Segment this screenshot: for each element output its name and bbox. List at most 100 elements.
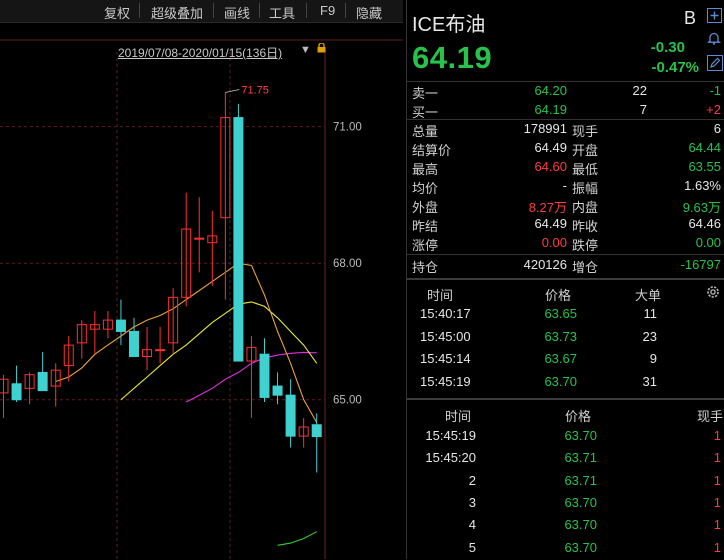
candle — [76, 320, 87, 359]
tick-price: 63.70 — [564, 517, 597, 533]
tick-row[interactable]: 4 63.70 1 — [407, 515, 724, 537]
candles — [0, 92, 322, 473]
price-change-percent: -0.47% — [651, 59, 699, 76]
tick-row[interactable]: 15:45:19 63.70 1 — [407, 426, 724, 448]
toolbar-hide[interactable]: 隐藏 — [356, 3, 382, 21]
tick-row[interactable]: 3 63.70 1 — [407, 493, 724, 515]
candlestick-chart[interactable]: 71.00 68.00 65.00 71.75 — [0, 22, 403, 559]
big-order-time: 15:40:17 — [420, 306, 471, 321]
instrument-title: ICE布油 — [412, 14, 486, 36]
big-order-time: 15:45:14 — [420, 351, 471, 366]
stat-value: 6 — [713, 121, 721, 136]
stat-label: 涨停 — [412, 238, 439, 253]
header-time: 时间 — [427, 288, 454, 303]
stat-value: - — [562, 178, 567, 193]
settings-gear-icon[interactable] — [705, 284, 721, 300]
stat-value: 0.00 — [695, 235, 721, 250]
big-order-volume: 9 — [649, 351, 657, 366]
candle-body — [285, 394, 296, 437]
tick-volume: 1 — [713, 539, 721, 555]
stat-value: 64.49 — [534, 140, 567, 155]
big-order-row[interactable]: 15:45:19 63.70 31 — [407, 372, 724, 394]
tick-volume: 1 — [713, 450, 721, 466]
stats-row: 总量 178991 现手 6 — [407, 120, 724, 139]
ma60-line — [277, 531, 317, 546]
candle — [37, 351, 48, 392]
candle — [272, 372, 283, 405]
max-marker-line — [225, 89, 240, 93]
big-order-volume: 23 — [642, 328, 657, 344]
toolbar-f9[interactable]: F9 — [320, 3, 335, 19]
stat-label: 最低 — [572, 162, 599, 177]
header-price: 价格 — [545, 288, 572, 303]
stat-value: 64.49 — [534, 216, 567, 231]
y-tick-label: 68.00 — [333, 258, 362, 270]
tick-row[interactable]: 5 63.70 1 — [407, 538, 724, 560]
stat-value: 64.44 — [688, 140, 721, 155]
big-order-price: 63.67 — [544, 351, 577, 366]
stat-value: 1.63% — [684, 178, 721, 193]
open-interest-row: 持仓 420126 增仓 -16797 — [407, 256, 724, 275]
tick-price: 63.70 — [564, 539, 597, 555]
big-order-price: 63.65 — [544, 306, 577, 321]
tick-row[interactable]: 2 63.71 1 — [407, 471, 724, 493]
stat-value: 64.46 — [688, 216, 721, 231]
big-order-volume: 11 — [643, 306, 658, 321]
lock-icon[interactable] — [317, 43, 326, 53]
toolbar-tools[interactable]: 工具 — [269, 3, 295, 21]
max-price-label: 71.75 — [241, 85, 269, 97]
big-order-price: 63.73 — [544, 328, 577, 344]
candle-body — [11, 383, 22, 401]
tick-volume: 1 — [713, 494, 721, 510]
candle — [168, 288, 179, 355]
stat-value: 64.60 — [534, 159, 567, 174]
tick-time: 3 — [468, 494, 476, 510]
header-price: 价格 — [565, 409, 592, 424]
big-order-row[interactable]: 15:40:17 63.65 11 — [407, 304, 724, 326]
toolbar-restore-rights[interactable]: 复权 — [104, 3, 130, 21]
header-volume: 现手 — [697, 409, 724, 424]
y-tick-label: 71.00 — [333, 122, 362, 134]
big-order-row[interactable]: 15:45:00 63.73 23 — [407, 327, 724, 349]
dropdown-triangle-icon[interactable]: ▼ — [300, 44, 311, 56]
candle — [220, 92, 231, 300]
candle — [11, 365, 22, 402]
big-order-volume: 31 — [642, 373, 657, 389]
sell1-price: 64.20 — [534, 83, 567, 98]
buy1-volume: 7 — [639, 102, 647, 117]
header-big-order: 大单 — [635, 288, 662, 303]
alert-bell-icon[interactable] — [707, 31, 721, 45]
stat-label: 振幅 — [572, 181, 599, 196]
oi-change-value: -16797 — [680, 257, 721, 272]
date-range-label[interactable]: 2019/07/08-2020/01/15(136日) — [118, 44, 282, 61]
stat-label: 跌停 — [572, 238, 599, 253]
stats-row: 外盘 8.27万 内盘 9.63万 — [407, 196, 724, 215]
stat-label: 均价 — [412, 181, 439, 196]
stats-row: 涨停 0.00 跌停 0.00 — [407, 234, 724, 253]
tick-price: 63.71 — [564, 450, 597, 466]
toolbar-super-overlay[interactable]: 超级叠加 — [151, 3, 203, 21]
chart-grid — [0, 39, 403, 559]
tick-time: 15:45:19 — [425, 428, 476, 443]
sell1-change: -1 — [709, 83, 721, 98]
toolbar-draw-line[interactable]: 画线 — [224, 3, 250, 21]
add-icon[interactable] — [707, 8, 722, 23]
big-order-price: 63.70 — [544, 373, 577, 389]
sell1-volume: 22 — [632, 83, 647, 98]
candle — [0, 374, 9, 418]
candle-body — [194, 237, 205, 240]
big-order-row[interactable]: 15:45:14 63.67 9 — [407, 349, 724, 371]
candle-body — [115, 319, 126, 332]
stat-value: 178991 — [523, 121, 567, 136]
stat-label: 现手 — [572, 124, 599, 139]
candle — [155, 326, 166, 364]
stat-label: 昨收 — [572, 219, 599, 234]
edit-note-icon[interactable] — [707, 55, 723, 71]
candle — [233, 103, 244, 362]
candle — [298, 417, 309, 448]
big-order-time: 15:45:00 — [420, 328, 471, 344]
ma10-line — [120, 301, 318, 401]
candle — [207, 210, 218, 286]
tick-row[interactable]: 15:45:20 63.71 1 — [407, 448, 724, 470]
quote-panel: ICE布油 B 64.19 -0.30 -0.47% 卖一 64.20 22 -… — [406, 0, 724, 559]
